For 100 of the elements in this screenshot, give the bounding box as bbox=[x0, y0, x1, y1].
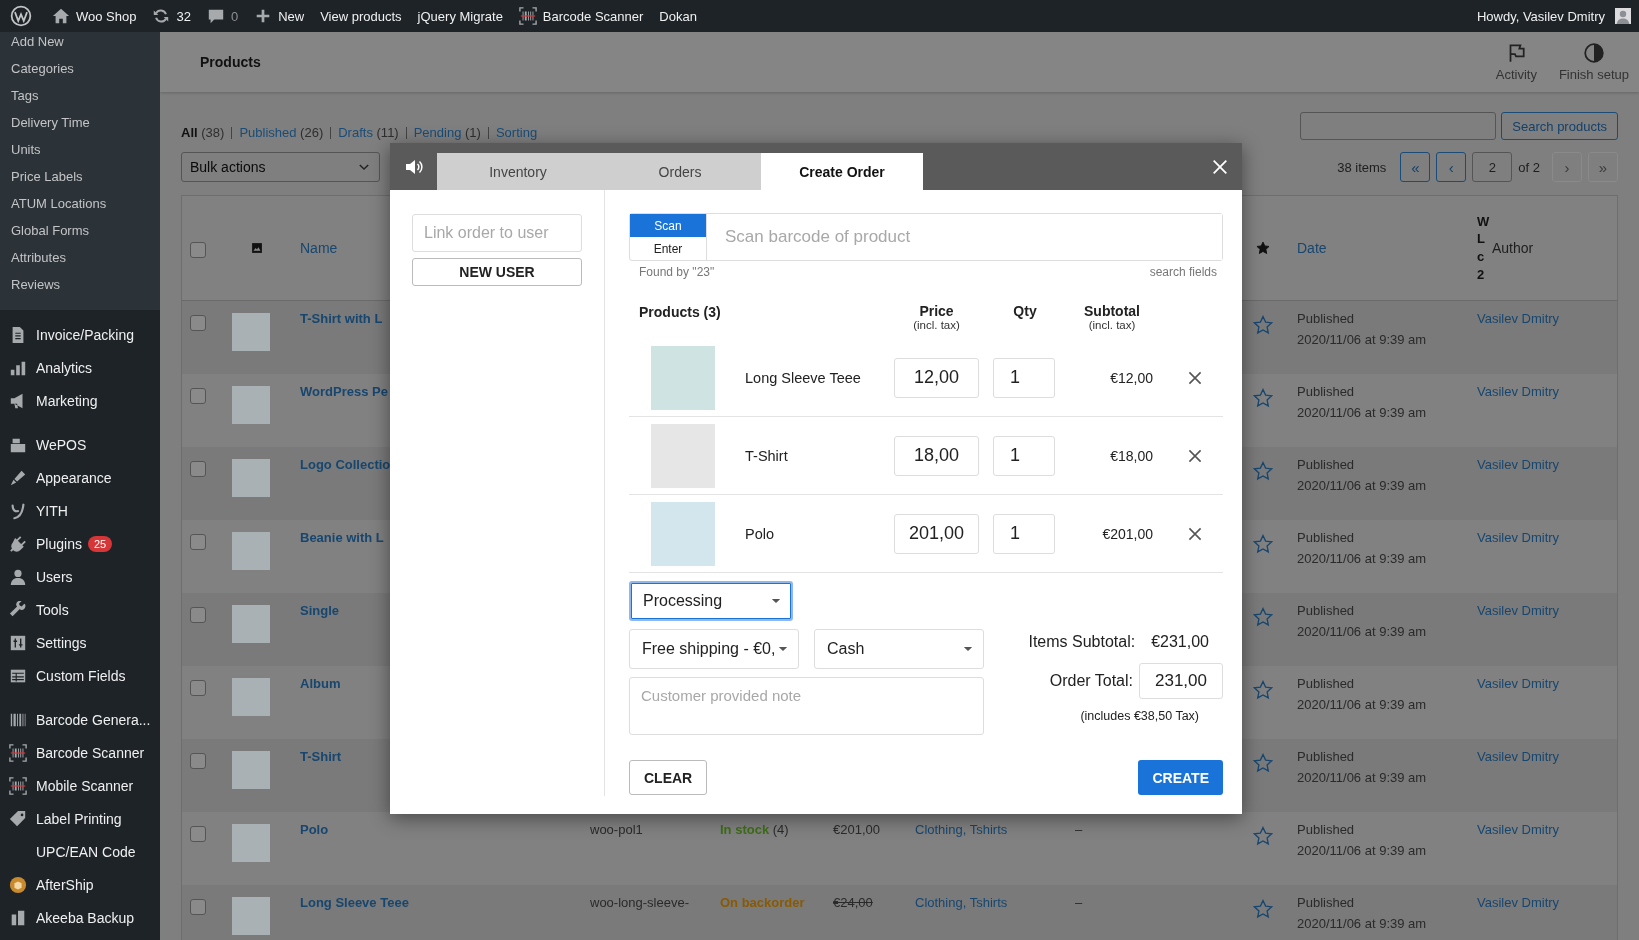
star-icon[interactable] bbox=[1253, 315, 1273, 335]
quantity-field[interactable]: 1 bbox=[993, 513, 1055, 554]
menu-item[interactable]: Mobile Scanner bbox=[36, 777, 134, 794]
toolbar-link[interactable]: jQuery Migrate bbox=[409, 8, 511, 24]
star-icon[interactable] bbox=[1253, 680, 1273, 700]
filter-link[interactable]: All (38) bbox=[181, 125, 225, 140]
submenu-item[interactable]: Units bbox=[0, 140, 160, 167]
tab[interactable]: Create Order bbox=[761, 153, 923, 190]
toolbar-link[interactable]: 32 bbox=[144, 7, 199, 25]
submenu-item[interactable]: Price Labels bbox=[0, 167, 160, 194]
menu-item[interactable]: Invoice/Packing bbox=[36, 326, 135, 343]
clear-button[interactable]: CLEAR bbox=[629, 760, 708, 795]
tab[interactable]: Orders bbox=[599, 153, 761, 190]
checkbox[interactable] bbox=[190, 753, 206, 769]
close-icon[interactable] bbox=[1187, 369, 1203, 386]
checkbox[interactable] bbox=[190, 607, 206, 623]
search-field[interactable] bbox=[1300, 112, 1497, 140]
star-icon[interactable] bbox=[1253, 899, 1273, 919]
photo-placeholder bbox=[232, 605, 270, 643]
toolbar-link[interactable]: Dokan bbox=[651, 8, 705, 24]
menu-item[interactable]: AfterShip bbox=[36, 876, 94, 893]
header-link[interactable]: Finish setup bbox=[1558, 67, 1629, 82]
close-icon[interactable] bbox=[1187, 525, 1203, 542]
sku-text: woo-pol1 bbox=[590, 822, 643, 837]
menu-item[interactable]: Users bbox=[36, 568, 73, 585]
create-button[interactable]: CREATE bbox=[1138, 760, 1223, 795]
comment-icon bbox=[206, 7, 225, 25]
menu-item[interactable]: Appearance bbox=[36, 469, 112, 486]
checkbox[interactable] bbox=[190, 242, 206, 258]
menu-item[interactable]: WePOS bbox=[36, 436, 87, 453]
star-icon[interactable] bbox=[1253, 607, 1273, 627]
menu-item[interactable]: Barcode Scanner bbox=[36, 744, 145, 761]
submenu-item[interactable]: Tags bbox=[0, 86, 160, 113]
menu-item[interactable]: Marketing bbox=[36, 392, 98, 409]
checkbox[interactable] bbox=[190, 315, 206, 331]
menu-item[interactable]: UPC/EAN Code bbox=[36, 843, 136, 860]
menu-item[interactable]: Tools bbox=[36, 601, 69, 618]
toolbar-link[interactable]: Woo Shop bbox=[44, 7, 145, 25]
star-icon[interactable] bbox=[1253, 388, 1273, 408]
total-field[interactable]: 231,00 bbox=[1139, 663, 1223, 699]
close-icon[interactable] bbox=[1211, 158, 1229, 176]
tab[interactable]: Inventory bbox=[437, 153, 599, 190]
avatar-icon[interactable] bbox=[1615, 8, 1631, 24]
submenu-item[interactable]: Delivery Time bbox=[0, 113, 160, 140]
half-circle-icon[interactable] bbox=[1582, 42, 1605, 64]
checkbox[interactable] bbox=[190, 388, 206, 404]
found-note: Found by "23" bbox=[639, 265, 715, 279]
checkbox[interactable] bbox=[190, 461, 206, 477]
shipping-select[interactable]: Free shipping - €0, bbox=[629, 629, 799, 669]
search-fields-link[interactable]: search fields bbox=[1149, 265, 1217, 279]
menu-item[interactable]: Plugins bbox=[36, 535, 82, 552]
price-field[interactable]: 12,00 bbox=[894, 357, 979, 398]
quantity-field[interactable]: 1 bbox=[993, 357, 1055, 398]
menu-item[interactable]: Akeeba Backup bbox=[36, 909, 135, 926]
submenu-item[interactable]: Global Forms bbox=[0, 221, 160, 248]
menu-item[interactable]: Analytics bbox=[36, 359, 93, 376]
note-field[interactable]: Customer provided note bbox=[629, 677, 984, 735]
menu-item[interactable]: Label Printing bbox=[36, 810, 122, 827]
submenu-item[interactable]: Add New bbox=[0, 32, 160, 59]
checkbox[interactable] bbox=[190, 899, 206, 915]
subtotal-text: €12,00 bbox=[1109, 369, 1153, 386]
star-icon[interactable] bbox=[1253, 753, 1273, 773]
menu-item[interactable]: Custom Fields bbox=[36, 667, 126, 684]
star-icon[interactable] bbox=[1253, 826, 1273, 846]
close-icon[interactable] bbox=[1187, 447, 1203, 464]
menu-item[interactable]: Barcode Genera... bbox=[36, 711, 151, 728]
bulk-actions-select[interactable]: Bulk actions bbox=[181, 152, 380, 182]
mode-toggle[interactable]: Scan bbox=[630, 214, 706, 237]
checkbox[interactable] bbox=[190, 826, 206, 842]
star-icon[interactable] bbox=[1253, 461, 1273, 481]
scan-field[interactable]: Scan Enter Scan barcode of product bbox=[629, 213, 1223, 261]
status-select[interactable]: Processing bbox=[629, 581, 793, 621]
quantity-field[interactable]: 1 bbox=[993, 435, 1055, 476]
filter-link[interactable]: Published (26) bbox=[239, 125, 324, 140]
toolbar-link[interactable]: Barcode Scanner bbox=[510, 7, 652, 25]
user-greeting[interactable]: Howdy, Vasilev Dmitry bbox=[1468, 8, 1613, 24]
star-icon[interactable] bbox=[1256, 241, 1270, 255]
price-field[interactable]: 18,00 bbox=[894, 435, 979, 476]
submenu-item[interactable]: Attributes bbox=[0, 248, 160, 275]
user-field[interactable]: Link order to user bbox=[412, 214, 582, 252]
menu-item[interactable]: Settings bbox=[36, 634, 87, 651]
date-text: 2020/11/06 at 9:39 am bbox=[1297, 697, 1428, 712]
site-logo-icon[interactable] bbox=[10, 5, 32, 27]
page-number-field[interactable]: 2 bbox=[1472, 152, 1513, 182]
submenu-item[interactable]: ATUM Locations bbox=[0, 194, 160, 221]
star-icon[interactable] bbox=[1253, 534, 1273, 554]
payment-select[interactable]: Cash bbox=[814, 629, 984, 669]
submenu-item[interactable]: Categories bbox=[0, 59, 160, 86]
new-user-button[interactable]: NEW USER bbox=[412, 258, 582, 286]
price-text: €24,00 bbox=[833, 895, 873, 910]
header-link[interactable]: Activity bbox=[1495, 67, 1537, 82]
checkbox[interactable] bbox=[190, 680, 206, 696]
toolbar-link[interactable]: 0 bbox=[198, 7, 247, 25]
toolbar-link[interactable]: New bbox=[246, 7, 313, 25]
toolbar-link[interactable]: View products bbox=[312, 8, 410, 24]
menu-item[interactable]: YITH bbox=[36, 502, 68, 519]
checkbox[interactable] bbox=[190, 534, 206, 550]
mode-toggle[interactable]: Enter bbox=[630, 237, 706, 260]
submenu-item[interactable]: Reviews bbox=[0, 275, 160, 302]
price-field[interactable]: 201,00 bbox=[894, 513, 979, 554]
